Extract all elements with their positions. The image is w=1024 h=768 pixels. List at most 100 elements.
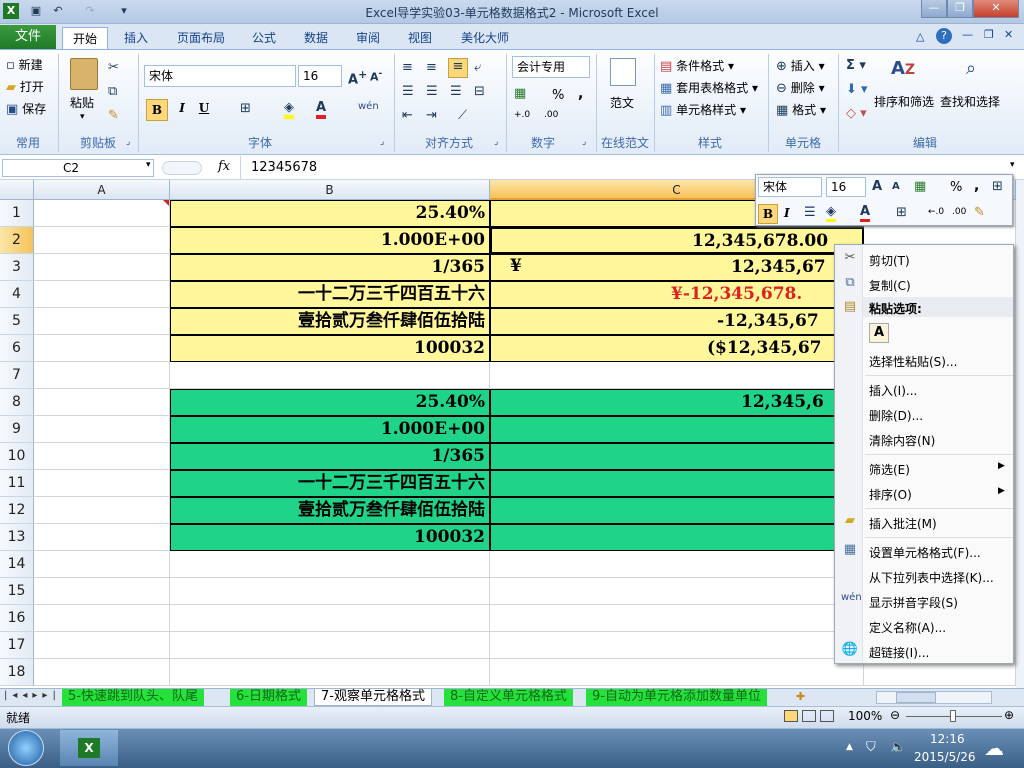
cell-a[interactable] [34,659,170,686]
fill-icon[interactable]: ⬇ ▾ [846,82,868,97]
open-button[interactable]: ▰ 打开 [6,78,44,95]
mini-comma-button[interactable]: , [974,178,979,194]
sheet-tab-8[interactable]: 8-自定义单元格格式 [444,689,573,706]
cell-b[interactable]: 25.40% [170,200,490,227]
mini-font-color-icon[interactable]: A [860,204,871,222]
sort-filter-button[interactable]: 排序和筛选 [874,93,934,110]
mini-format-painter-icon[interactable]: ✎ [974,205,985,220]
insert-function-button[interactable]: fx [218,159,230,174]
cell-a[interactable] [34,227,170,254]
template-icon[interactable] [610,58,636,86]
cell-styles-button[interactable]: ▥ 单元格样式 ▾ [660,101,746,118]
zoom-slider-thumb[interactable] [950,710,956,722]
windows-start-icon[interactable] [8,730,44,766]
cell-a[interactable] [34,281,170,308]
sheet-tab-7[interactable]: 7-观察单元格格式 [314,689,432,706]
cell-c[interactable] [490,443,864,470]
normal-view-icon[interactable] [784,710,798,722]
workbook-close-icon[interactable]: ✕ [1004,28,1013,41]
row-header[interactable]: 14 [0,551,34,578]
cell-a[interactable] [34,362,170,389]
row-header[interactable]: 4 [0,281,34,308]
row-header[interactable]: 2 [0,227,34,254]
mini-fill-color-icon[interactable]: ◈ [826,204,836,222]
tab-review[interactable]: 审阅 [348,27,388,49]
sheet-tab-9[interactable]: 9-自动为单元格添加数量单位 [586,689,767,706]
percent-style-button[interactable]: % [552,88,564,103]
cell-c[interactable]: ($12,345,67 [490,335,864,362]
align-bottom-icon[interactable]: ≡ [448,58,468,78]
menu-paste-special[interactable]: 选择性粘贴(S)... [869,353,957,370]
font-size-select[interactable]: 16 [298,65,342,87]
select-all-corner[interactable] [0,180,34,200]
weather-icon[interactable]: ☁ [984,736,1004,760]
font-launcher-icon[interactable]: ⌟ [380,137,384,147]
tab-home[interactable]: 开始 [62,27,108,49]
cell-a[interactable] [34,632,170,659]
menu-filter[interactable]: 筛选(E) [869,461,910,478]
cell-b[interactable] [170,578,490,605]
cell-b[interactable]: 一十二万三千四百五十六 [170,281,490,308]
format-painter-icon[interactable]: ✎ [108,108,119,123]
cell-b[interactable] [170,605,490,632]
template-button-label[interactable]: 范文 [610,94,634,111]
format-cells-button[interactable]: ▦ 格式 ▾ [776,101,826,118]
insert-cells-button[interactable]: ⊕ 插入 ▾ [776,57,825,74]
cell-b[interactable] [170,659,490,686]
align-middle-icon[interactable]: ≡ [426,60,437,75]
cell-c[interactable] [490,362,864,389]
mini-format-icon[interactable]: ⊞ [992,179,1003,194]
page-layout-view-icon[interactable] [802,710,816,722]
cell-a[interactable] [34,524,170,551]
cell-b[interactable]: 壹拾贰万叁仟肆佰伍拾陆 [170,497,490,524]
row-header[interactable]: 15 [0,578,34,605]
cell-a[interactable] [34,308,170,335]
mini-italic-button[interactable]: I [784,206,790,220]
italic-button[interactable]: I [174,101,190,115]
cell-c[interactable] [490,524,864,551]
cell-c[interactable] [490,497,864,524]
menu-define-name[interactable]: 定义名称(A)... [869,619,946,636]
align-center-icon[interactable]: ☰ [426,84,438,99]
tab-view[interactable]: 视图 [400,27,440,49]
cell-b[interactable] [170,362,490,389]
mini-center-icon[interactable]: ☰ [804,205,816,220]
zoom-out-icon[interactable]: ⊖ [890,708,900,722]
cell-c[interactable] [490,632,864,659]
row-header[interactable]: 12 [0,497,34,524]
sheet-nav-icons[interactable]: |◂◂▸▸| [4,690,61,701]
number-format-select[interactable]: 会计专用 [512,56,590,78]
cell-b[interactable]: 1.000E+00 [170,227,490,254]
help-icon[interactable]: ? [936,28,952,44]
cell-b[interactable]: 25.40% [170,389,490,416]
find-select-button[interactable]: 查找和选择 [940,93,1000,110]
zoom-level[interactable]: 100% [848,709,882,723]
cell-a[interactable] [34,200,170,227]
format-as-table-button[interactable]: ▦ 套用表格格式 ▾ [660,79,758,96]
cell-b[interactable] [170,632,490,659]
increase-indent-icon[interactable]: ⇥ [426,108,437,123]
insert-sheet-icon[interactable]: ✚ [796,690,805,703]
cell-a[interactable] [34,497,170,524]
merge-center-icon[interactable]: ⊟ [474,84,485,99]
row-header[interactable]: 7 [0,362,34,389]
row-header[interactable]: 1 [0,200,34,227]
page-break-view-icon[interactable] [820,710,834,722]
paste-values-button[interactable]: A [869,323,889,343]
clock-date[interactable]: 2015/5/26 [914,750,976,764]
zoom-in-icon[interactable]: ⊕ [1004,708,1014,722]
align-left-icon[interactable]: ☰ [402,84,414,99]
menu-delete[interactable]: 删除(D)... [869,407,923,424]
cell-a[interactable] [34,254,170,281]
menu-show-phonetic[interactable]: 显示拼音字段(S) [869,594,958,611]
row-header[interactable]: 16 [0,605,34,632]
increase-decimal-button[interactable]: +.0 [514,110,530,120]
new-button[interactable]: ▫ 新建 [6,56,43,73]
cell-c[interactable] [490,659,864,686]
row-header[interactable]: 6 [0,335,34,362]
clipboard-launcher-icon[interactable]: ⌟ [126,137,130,147]
cell-a[interactable] [34,443,170,470]
cell-b[interactable]: 1.000E+00 [170,416,490,443]
cell-b[interactable]: 壹拾贰万叁仟肆佰伍拾陆 [170,308,490,335]
cell-a[interactable] [34,470,170,497]
